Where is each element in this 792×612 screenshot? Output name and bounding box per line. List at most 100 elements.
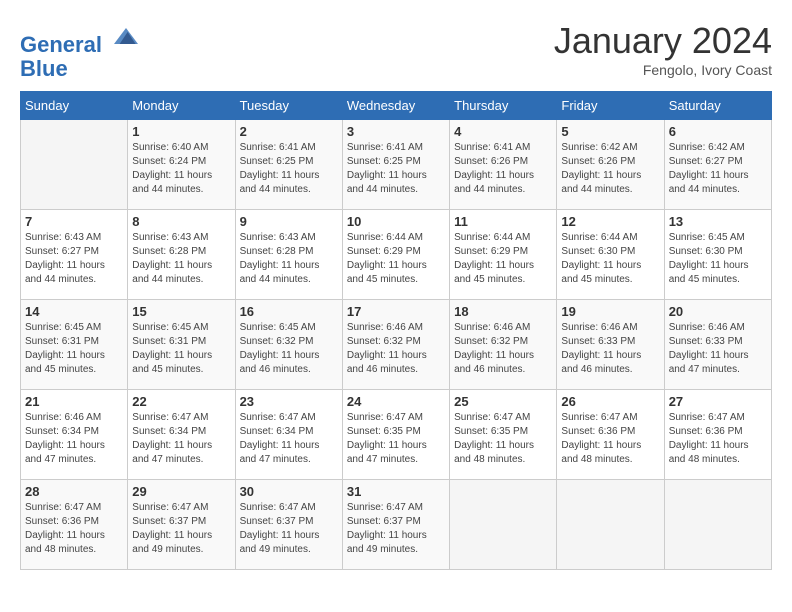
day-number: 21: [25, 394, 123, 409]
calendar-week-row: 28 Sunrise: 6:47 AMSunset: 6:36 PMDayligh…: [21, 480, 772, 570]
calendar-cell: 8 Sunrise: 6:43 AMSunset: 6:28 PMDaylight…: [128, 210, 235, 300]
calendar-cell: 25 Sunrise: 6:47 AMSunset: 6:35 PMDayligh…: [450, 390, 557, 480]
calendar-cell: 5 Sunrise: 6:42 AMSunset: 6:26 PMDaylight…: [557, 120, 664, 210]
day-info: Sunrise: 6:46 AMSunset: 6:32 PMDaylight:…: [347, 321, 445, 377]
day-number: 18: [454, 304, 552, 319]
calendar-cell: 7 Sunrise: 6:43 AMSunset: 6:27 PMDaylight…: [21, 210, 128, 300]
calendar-cell: 16 Sunrise: 6:45 AMSunset: 6:32 PMDayligh…: [235, 300, 342, 390]
day-info: Sunrise: 6:43 AMSunset: 6:27 PMDaylight:…: [25, 231, 123, 287]
day-number: 5: [561, 124, 659, 139]
day-info: Sunrise: 6:42 AMSunset: 6:27 PMDaylight:…: [669, 141, 767, 197]
calendar-cell: 18Sunrise: 6:46 AMSunset: 6:32 PMDayligh…: [450, 300, 557, 390]
day-info: Sunrise: 6:41 AMSunset: 6:25 PMDaylight:…: [347, 141, 445, 197]
weekday-header: Wednesday: [342, 92, 449, 120]
day-info: Sunrise: 6:46 AMSunset: 6:34 PMDaylight:…: [25, 411, 123, 467]
calendar-cell: 29Sunrise: 6:47 AMSunset: 6:37 PMDayligh…: [128, 480, 235, 570]
weekday-header: Saturday: [664, 92, 771, 120]
day-info: Sunrise: 6:46 AMSunset: 6:33 PMDaylight:…: [669, 321, 767, 377]
day-info: Sunrise: 6:45 AMSunset: 6:31 PMDaylight:…: [132, 321, 230, 377]
calendar-cell: 4 Sunrise: 6:41 AMSunset: 6:26 PMDaylight…: [450, 120, 557, 210]
day-number: 11: [454, 214, 552, 229]
calendar-cell: 24 Sunrise: 6:47 AMSunset: 6:35 PMDayligh…: [342, 390, 449, 480]
day-info: Sunrise: 6:45 AMSunset: 6:32 PMDaylight:…: [240, 321, 338, 377]
day-info: Sunrise: 6:47 AMSunset: 6:34 PMDaylight:…: [132, 411, 230, 467]
calendar-cell: 20 Sunrise: 6:46 AMSunset: 6:33 PMDayligh…: [664, 300, 771, 390]
day-number: 25: [454, 394, 552, 409]
weekday-header-row: SundayMondayTuesdayWednesdayThursdayFrid…: [21, 92, 772, 120]
calendar-week-row: 1Sunrise: 6:40 AMSunset: 6:24 PMDaylight…: [21, 120, 772, 210]
calendar-cell: 10 Sunrise: 6:44 AMSunset: 6:29 PMDayligh…: [342, 210, 449, 300]
location: Fengolo, Ivory Coast: [554, 62, 772, 78]
day-info: Sunrise: 6:46 AMSunset: 6:33 PMDaylight:…: [561, 321, 659, 377]
calendar-cell: 3Sunrise: 6:41 AMSunset: 6:25 PMDaylight…: [342, 120, 449, 210]
day-info: Sunrise: 6:44 AMSunset: 6:29 PMDaylight:…: [454, 231, 552, 287]
day-info: Sunrise: 6:45 AMSunset: 6:30 PMDaylight:…: [669, 231, 767, 287]
page-header: General Blue January 2024 Fengolo, Ivory…: [20, 20, 772, 81]
day-number: 6: [669, 124, 767, 139]
calendar-cell: 21 Sunrise: 6:46 AMSunset: 6:34 PMDayligh…: [21, 390, 128, 480]
day-number: 15: [132, 304, 230, 319]
weekday-header: Thursday: [450, 92, 557, 120]
weekday-header: Sunday: [21, 92, 128, 120]
day-number: 17: [347, 304, 445, 319]
logo-icon: [110, 20, 142, 52]
calendar-cell: 27Sunrise: 6:47 AMSunset: 6:36 PMDayligh…: [664, 390, 771, 480]
calendar-cell: 11 Sunrise: 6:44 AMSunset: 6:29 PMDayligh…: [450, 210, 557, 300]
day-info: Sunrise: 6:44 AMSunset: 6:29 PMDaylight:…: [347, 231, 445, 287]
calendar-week-row: 14 Sunrise: 6:45 AMSunset: 6:31 PMDayligh…: [21, 300, 772, 390]
logo-text: General: [20, 20, 142, 57]
calendar-cell: 28 Sunrise: 6:47 AMSunset: 6:36 PMDayligh…: [21, 480, 128, 570]
day-info: Sunrise: 6:40 AMSunset: 6:24 PMDaylight:…: [132, 141, 230, 197]
day-number: 12: [561, 214, 659, 229]
day-info: Sunrise: 6:45 AMSunset: 6:31 PMDaylight:…: [25, 321, 123, 377]
title-area: January 2024 Fengolo, Ivory Coast: [554, 20, 772, 78]
day-number: 28: [25, 484, 123, 499]
calendar-week-row: 21 Sunrise: 6:46 AMSunset: 6:34 PMDayligh…: [21, 390, 772, 480]
calendar-cell: 22Sunrise: 6:47 AMSunset: 6:34 PMDayligh…: [128, 390, 235, 480]
day-number: 26: [561, 394, 659, 409]
month-title: January 2024: [554, 20, 772, 62]
calendar-cell: 1Sunrise: 6:40 AMSunset: 6:24 PMDaylight…: [128, 120, 235, 210]
weekday-header: Friday: [557, 92, 664, 120]
day-info: Sunrise: 6:43 AMSunset: 6:28 PMDaylight:…: [240, 231, 338, 287]
day-number: 4: [454, 124, 552, 139]
day-number: 7: [25, 214, 123, 229]
calendar-cell: 30Sunrise: 6:47 AMSunset: 6:37 PMDayligh…: [235, 480, 342, 570]
day-info: Sunrise: 6:41 AMSunset: 6:26 PMDaylight:…: [454, 141, 552, 197]
calendar-week-row: 7 Sunrise: 6:43 AMSunset: 6:27 PMDaylight…: [21, 210, 772, 300]
day-number: 14: [25, 304, 123, 319]
day-info: Sunrise: 6:47 AMSunset: 6:36 PMDaylight:…: [25, 501, 123, 557]
logo-general: General: [20, 32, 102, 57]
calendar-cell: [557, 480, 664, 570]
day-info: Sunrise: 6:43 AMSunset: 6:28 PMDaylight:…: [132, 231, 230, 287]
day-info: Sunrise: 6:44 AMSunset: 6:30 PMDaylight:…: [561, 231, 659, 287]
day-number: 27: [669, 394, 767, 409]
day-number: 2: [240, 124, 338, 139]
calendar-cell: 14 Sunrise: 6:45 AMSunset: 6:31 PMDayligh…: [21, 300, 128, 390]
calendar-cell: 13Sunrise: 6:45 AMSunset: 6:30 PMDayligh…: [664, 210, 771, 300]
calendar-cell: 9Sunrise: 6:43 AMSunset: 6:28 PMDaylight…: [235, 210, 342, 300]
day-info: Sunrise: 6:47 AMSunset: 6:35 PMDaylight:…: [347, 411, 445, 467]
day-info: Sunrise: 6:47 AMSunset: 6:34 PMDaylight:…: [240, 411, 338, 467]
day-number: 31: [347, 484, 445, 499]
day-info: Sunrise: 6:42 AMSunset: 6:26 PMDaylight:…: [561, 141, 659, 197]
calendar-table: SundayMondayTuesdayWednesdayThursdayFrid…: [20, 91, 772, 570]
calendar-cell: [450, 480, 557, 570]
weekday-header: Tuesday: [235, 92, 342, 120]
calendar-cell: 17 Sunrise: 6:46 AMSunset: 6:32 PMDayligh…: [342, 300, 449, 390]
day-info: Sunrise: 6:41 AMSunset: 6:25 PMDaylight:…: [240, 141, 338, 197]
day-info: Sunrise: 6:47 AMSunset: 6:35 PMDaylight:…: [454, 411, 552, 467]
day-number: 16: [240, 304, 338, 319]
weekday-header: Monday: [128, 92, 235, 120]
day-info: Sunrise: 6:47 AMSunset: 6:37 PMDaylight:…: [132, 501, 230, 557]
day-number: 19: [561, 304, 659, 319]
calendar-cell: 6 Sunrise: 6:42 AMSunset: 6:27 PMDaylight…: [664, 120, 771, 210]
calendar-cell: 31Sunrise: 6:47 AMSunset: 6:37 PMDayligh…: [342, 480, 449, 570]
calendar-cell: 2 Sunrise: 6:41 AMSunset: 6:25 PMDaylight…: [235, 120, 342, 210]
calendar-cell: [664, 480, 771, 570]
day-number: 10: [347, 214, 445, 229]
day-number: 24: [347, 394, 445, 409]
day-number: 20: [669, 304, 767, 319]
calendar-cell: 26Sunrise: 6:47 AMSunset: 6:36 PMDayligh…: [557, 390, 664, 480]
day-number: 8: [132, 214, 230, 229]
